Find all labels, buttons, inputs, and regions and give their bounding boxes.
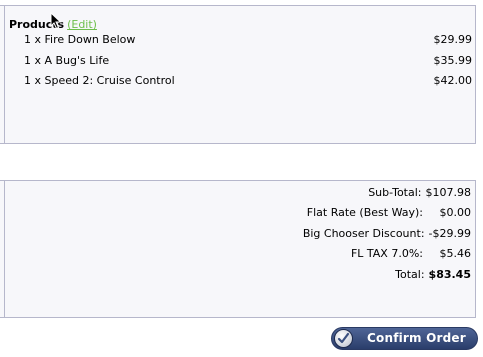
shipping-row: Flat Rate (Best Way): $0.00 bbox=[307, 206, 471, 220]
products-panel: Products (Edit) 1 x Fire Down Below $29.9… bbox=[0, 5, 476, 144]
product-price: $29.99 bbox=[433, 33, 473, 46]
tax-value: $5.46 bbox=[439, 247, 472, 260]
checkout-confirmation: Products (Edit) 1 x Fire Down Below $29.9… bbox=[0, 0, 483, 357]
total-label: Total: bbox=[395, 268, 425, 281]
check-icon bbox=[334, 329, 353, 348]
discount-label: Big Chooser Discount: bbox=[302, 227, 425, 240]
confirm-order-label: Confirm Order bbox=[367, 331, 466, 345]
shipping-value: $0.00 bbox=[439, 206, 472, 219]
product-qty-name: 1 x A Bug's Life bbox=[24, 54, 110, 67]
subtotal-row: Sub-Total: $107.98 bbox=[368, 186, 471, 200]
product-row: 1 x Speed 2: Cruise Control $42.00 bbox=[24, 74, 472, 88]
discount-value: -$29.99 bbox=[428, 227, 471, 240]
subtotal-label: Sub-Total: bbox=[368, 186, 422, 199]
mouse-pointer-icon bbox=[50, 12, 62, 30]
confirm-order-button[interactable]: Confirm Order bbox=[331, 327, 478, 350]
discount-row: Big Chooser Discount: -$29.99 bbox=[303, 227, 471, 241]
panel-left-border bbox=[4, 181, 5, 317]
product-qty-name: 1 x Fire Down Below bbox=[24, 33, 136, 46]
product-qty-name: 1 x Speed 2: Cruise Control bbox=[24, 74, 175, 87]
edit-products-link[interactable]: (Edit) bbox=[67, 18, 97, 31]
order-totals-panel: Sub-Total: $107.98 Flat Rate (Best Way): $… bbox=[0, 180, 476, 318]
tax-label: FL TAX 7.0%: bbox=[350, 247, 423, 260]
tax-row: FL TAX 7.0%: $5.46 bbox=[351, 247, 471, 261]
product-price: $35.99 bbox=[433, 54, 473, 67]
product-row: 1 x A Bug's Life $35.99 bbox=[24, 54, 472, 68]
product-row: 1 x Fire Down Below $29.99 bbox=[24, 33, 472, 47]
panel-left-border bbox=[4, 6, 5, 143]
shipping-label: Flat Rate (Best Way): bbox=[306, 206, 423, 219]
subtotal-value: $107.98 bbox=[425, 186, 472, 199]
product-price: $42.00 bbox=[433, 74, 473, 87]
total-value: $83.45 bbox=[428, 268, 471, 281]
total-row: Total: $83.45 bbox=[395, 268, 471, 282]
